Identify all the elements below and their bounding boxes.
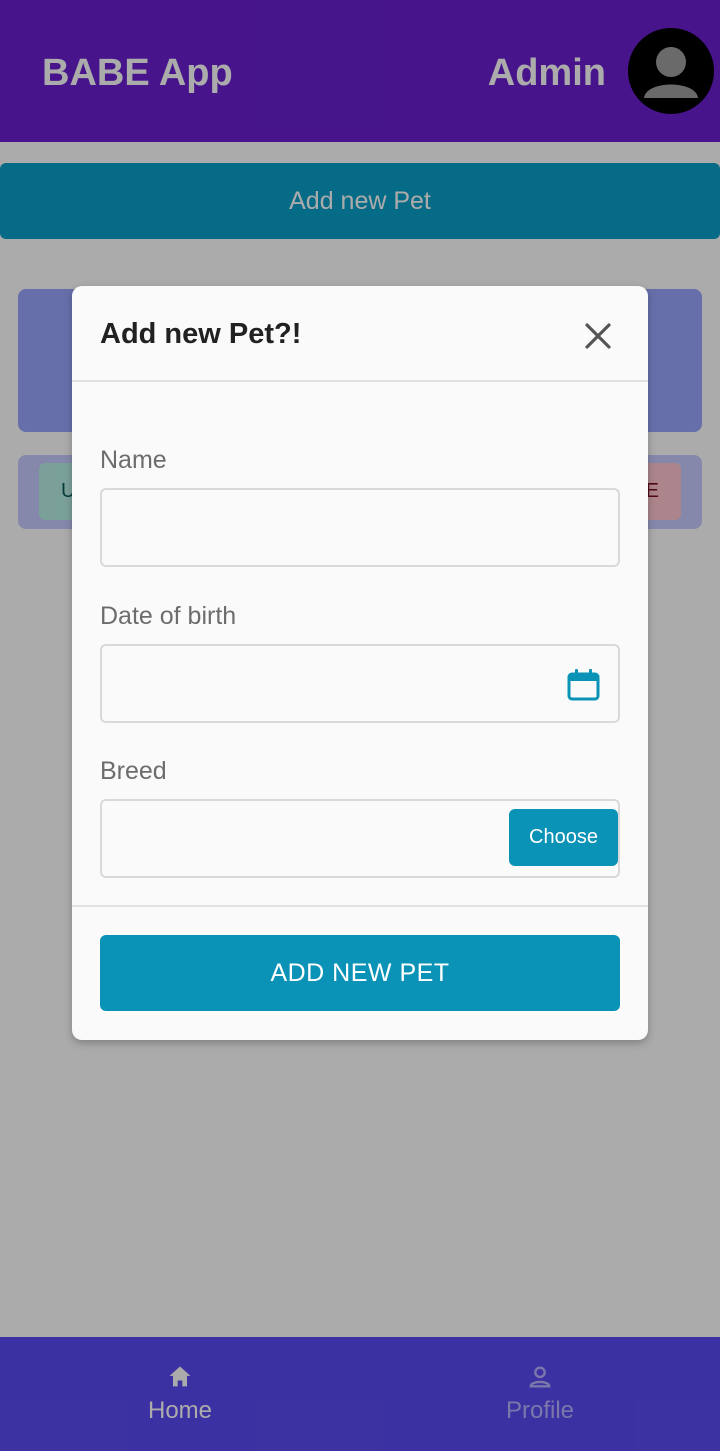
add-new-pet-submit-button[interactable]: ADD NEW PET: [100, 935, 620, 1011]
dialog-title: Add new Pet?!: [100, 318, 302, 350]
name-label: Name: [100, 446, 167, 474]
date-of-birth-input[interactable]: [100, 644, 620, 723]
calendar-icon: [567, 669, 600, 701]
choose-breed-button[interactable]: Choose: [509, 809, 618, 866]
close-button[interactable]: [583, 321, 613, 351]
add-pet-dialog: Add new Pet?! Name Date of birth Breed C…: [72, 286, 648, 1040]
dialog-header: Add new Pet?!: [72, 286, 648, 382]
dob-label: Date of birth: [100, 602, 237, 630]
close-icon: [585, 323, 611, 349]
date-picker-button[interactable]: [567, 668, 600, 701]
name-input[interactable]: [100, 488, 620, 567]
dialog-footer-divider: [72, 905, 648, 907]
breed-label: Breed: [100, 757, 167, 785]
